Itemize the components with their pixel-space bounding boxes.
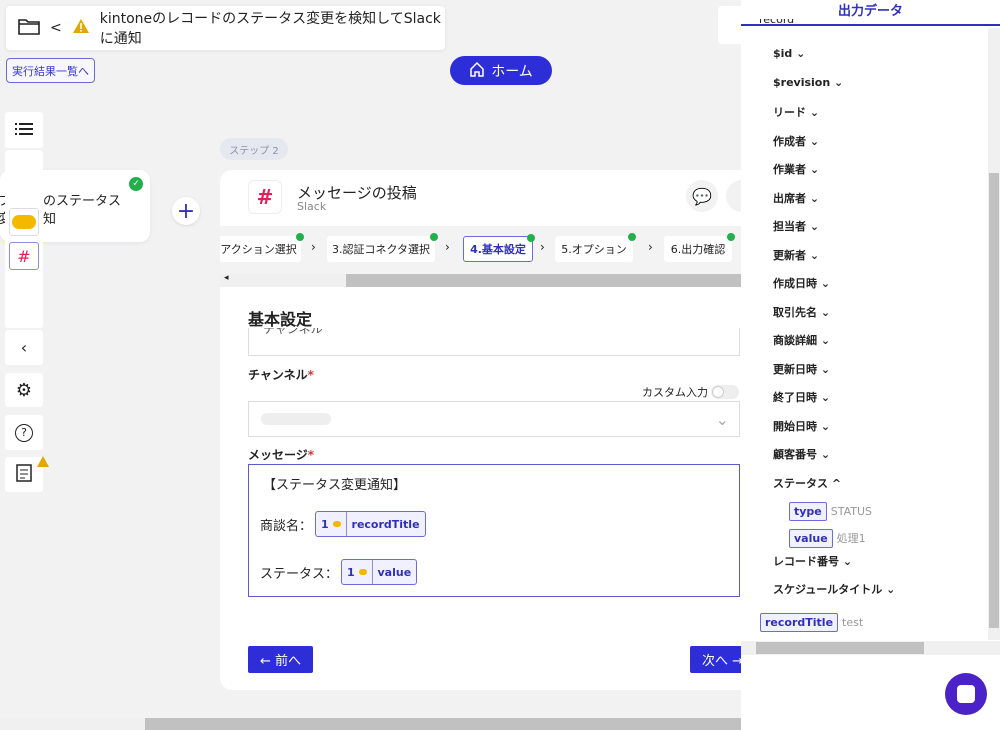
output-data-panel: 出力データ record $id ⌄ $revision ⌄ リード ⌄ 作成者 ⌄ 作… (741, 0, 1000, 730)
chevron-down-icon: ⌄ (715, 410, 729, 429)
tab-output[interactable]: 6.出力確認 (664, 233, 735, 262)
add-step-button[interactable]: + (172, 197, 200, 225)
comment-button[interactable]: 💬 (686, 180, 718, 212)
panel-horizontal-scrollbar[interactable] (741, 641, 1000, 655)
output-key-tag[interactable]: value (789, 529, 833, 548)
chevron-down-icon: ⌄ (809, 220, 820, 233)
tree-item[interactable]: リード ⌄ (773, 104, 819, 120)
step-number-pill: ステップ 2 (220, 138, 288, 160)
chevron-down-icon: ⌄ (796, 47, 806, 60)
folder-icon[interactable] (18, 17, 40, 39)
chevron-right-icon: › (311, 240, 316, 254)
warning-icon (37, 452, 49, 471)
custom-input-toggle-row: カスタム入力 (642, 384, 739, 400)
variable-chip[interactable]: 1 value (341, 559, 418, 585)
chevron-down-icon: ⌄ (820, 277, 831, 290)
tree-item[interactable]: 出席者 ⌄ (773, 190, 819, 206)
document-icon (16, 463, 32, 486)
kintone-step-icon[interactable] (9, 208, 39, 236)
chevron-down-icon: ⌄ (820, 305, 831, 319)
tree-item[interactable]: 作業者 ⌄ (773, 161, 819, 177)
step-card: # メッセージの投稿 Slack 💬 アクション選択 › 3.認証コネクタ選択 … (220, 170, 760, 690)
chevron-down-icon: ⌄ (809, 163, 820, 176)
chevron-down-icon: ⌄ (842, 555, 853, 568)
step-icons-list: # (5, 150, 43, 328)
channel-label: チャンネル* (248, 368, 314, 382)
tree-item[interactable]: 作成者 ⌄ (773, 133, 819, 149)
slack-logo: # (248, 180, 282, 214)
comment-icon: 💬 (692, 186, 712, 206)
chevron-down-icon: ⌄ (820, 419, 831, 433)
gear-icon: ⚙ (15, 379, 33, 401)
tree-item[interactable]: 作成日時 ⌄ (773, 275, 830, 291)
chevron-right-icon: › (445, 240, 450, 254)
back-chevron-icon[interactable]: < (50, 20, 62, 36)
chat-icon (957, 685, 975, 703)
custom-input-toggle[interactable] (711, 385, 739, 399)
variable-chip[interactable]: 1 recordTitle (315, 511, 426, 537)
chevron-down-icon: ⌄ (820, 334, 831, 347)
step-tabs: アクション選択 › 3.認証コネクタ選択 › 4.基本設定 › 5.オプション … (220, 226, 760, 278)
chevron-down-icon: ⌄ (886, 583, 896, 596)
help-button[interactable]: ? (5, 415, 43, 450)
tree-item[interactable]: レコード番号 ⌄ (773, 553, 852, 569)
chevron-down-icon: ⌄ (809, 106, 820, 119)
chevron-down-icon: ⌄ (820, 448, 831, 461)
tabs-scrollbar[interactable]: ◂ (220, 273, 760, 287)
warning-icon (72, 18, 90, 38)
chevron-right-icon: › (540, 240, 545, 254)
help-icon: ? (15, 423, 33, 442)
tree-item[interactable]: 顧客番号 ⌄ (773, 446, 830, 462)
tree-item-status[interactable]: ステータス ^ (773, 475, 841, 491)
tree-item[interactable]: 終了日時 ⌄ (773, 389, 830, 405)
message-editor[interactable]: 【ステータス変更通知】 商談名： 1 recordTitle ステータス： 1 va… (248, 464, 740, 597)
tab-options[interactable]: 5.オプション (555, 233, 636, 262)
chevron-down-icon: ⌄ (834, 75, 844, 89)
panel-vertical-scrollbar[interactable] (988, 28, 1000, 640)
tree-item[interactable]: $revision ⌄ (773, 76, 843, 89)
tree-item[interactable]: 更新日時 ⌄ (773, 361, 830, 377)
collapse-button[interactable]: ‹ (5, 330, 43, 365)
chevron-down-icon: ⌄ (820, 362, 831, 376)
chevron-down-icon: ⌄ (809, 134, 820, 148)
list-icon (15, 121, 33, 140)
tree-item[interactable]: 更新者 ⌄ (773, 247, 819, 263)
tree-item[interactable]: スケジュールタイトル ⌄ (773, 581, 895, 597)
runs-list-link[interactable]: 実行結果一覧へ (6, 58, 95, 83)
home-button[interactable]: ホーム (450, 56, 552, 85)
redacted-channel (261, 413, 331, 425)
canvas-scrollbar[interactable] (0, 718, 741, 730)
chevron-down-icon: ⌄ (820, 391, 831, 404)
chevron-down-icon: ⌄ (809, 248, 820, 262)
chevron-left-icon: ‹ (20, 338, 28, 357)
tab-auth[interactable]: 3.認証コネクタ選択 (327, 233, 438, 262)
list-button[interactable] (5, 112, 43, 148)
output-key-tag[interactable]: recordTitle (760, 613, 839, 632)
prev-button[interactable]: ← 前へ (248, 646, 313, 673)
chevron-down-icon: ⌄ (809, 191, 820, 205)
check-icon: ✓ (129, 177, 143, 191)
settings-button[interactable]: ⚙ (5, 373, 43, 407)
cut-off-field[interactable]: チャンネル (248, 328, 740, 356)
tree-item[interactable]: $id ⌄ (773, 47, 805, 60)
output-key-tag[interactable]: type (789, 502, 827, 521)
chat-support-button[interactable] (945, 673, 987, 715)
chevron-right-icon: › (648, 240, 653, 254)
tree-item[interactable]: 開始日時 ⌄ (773, 418, 830, 434)
tree-item[interactable]: 商談詳細 ⌄ (773, 332, 830, 348)
home-icon (469, 61, 485, 81)
message-label: メッセージ* (248, 448, 315, 462)
channel-select[interactable]: ⌄ (248, 401, 740, 437)
step-app: Slack (297, 200, 327, 213)
tab-action[interactable]: アクション選択 (220, 233, 304, 262)
flow-title: kintoneのレコードのステータス変更を検知してSlackに通知 (99, 11, 441, 47)
tab-basic[interactable]: 4.基本設定 (463, 234, 535, 262)
chevron-up-icon: ^ (831, 477, 842, 490)
tree-item[interactable]: 担当者 ⌄ (773, 218, 819, 234)
section-title: 基本設定 (248, 310, 313, 329)
slack-step-icon[interactable]: # (9, 242, 39, 270)
flow-title-bar: < kintoneのレコードのステータス変更を検知してSlackに通知 (6, 6, 445, 50)
tree-item[interactable]: 取引先名 ⌄ (773, 304, 830, 320)
